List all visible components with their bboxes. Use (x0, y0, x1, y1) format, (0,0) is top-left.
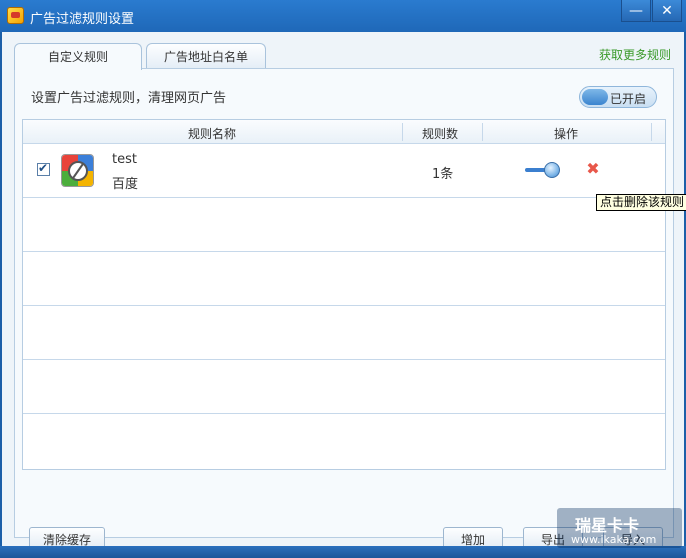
rule-checkbox[interactable] (37, 161, 50, 176)
rule-icon (61, 154, 94, 187)
column-divider (482, 123, 483, 141)
table-row: test 百度 1条 ✖ (23, 144, 665, 198)
app-icon (7, 7, 24, 24)
rules-table: 规则名称 规则数 操作 test 百度 1条 (22, 119, 666, 470)
table-header: 规则名称 规则数 操作 (23, 120, 665, 144)
watermark-url: www.ikaka.com (571, 533, 657, 546)
table-row (23, 306, 665, 360)
title-bar: 广告过滤规则设置 — ✕ (0, 0, 686, 32)
window-title: 广告过滤规则设置 (30, 12, 135, 27)
filter-toggle[interactable]: 已开启 (579, 86, 657, 108)
get-more-rules-link[interactable]: 获取更多规则 (599, 46, 671, 63)
header-rule-name: 规则名称 (188, 127, 237, 141)
table-row (23, 198, 665, 252)
watermark: 瑞星卡卡 www.ikaka.com (557, 508, 682, 548)
delete-icon[interactable]: ✖ (585, 161, 601, 177)
table-row (23, 360, 665, 414)
tab-ad-whitelist[interactable]: 广告地址白名单 (146, 43, 266, 69)
table-row (23, 252, 665, 306)
column-divider (651, 123, 652, 141)
slider-knob[interactable] (544, 162, 560, 178)
table-row (23, 414, 665, 468)
rule-count: 1条 (432, 167, 454, 182)
delete-tooltip: 点击删除该规则 (596, 194, 686, 211)
tab-content: 设置广告过滤规则，清理网页广告 已开启 规则名称 规则数 操作 test (14, 68, 674, 553)
header-rule-count: 规则数 (422, 127, 459, 141)
no-sign-icon (68, 161, 88, 181)
toggle-knob (582, 89, 608, 105)
rule-name: test (112, 152, 137, 167)
rule-source: 百度 (112, 177, 139, 192)
column-divider (402, 123, 403, 141)
tab-custom-rules[interactable]: 自定义规则 (14, 43, 142, 70)
minimize-button[interactable]: — (621, 0, 651, 22)
toggle-label: 已开启 (610, 92, 647, 106)
rule-enable-slider[interactable] (525, 162, 561, 178)
header-operations: 操作 (554, 127, 579, 141)
close-button[interactable]: ✕ (652, 0, 682, 22)
description-text: 设置广告过滤规则，清理网页广告 (31, 91, 227, 106)
main-panel: 自定义规则 广告地址白名单 获取更多规则 设置广告过滤规则，清理网页广告 已开启… (2, 32, 684, 553)
